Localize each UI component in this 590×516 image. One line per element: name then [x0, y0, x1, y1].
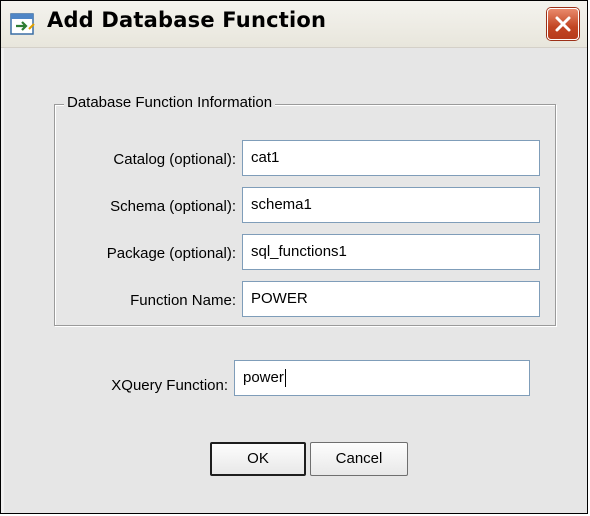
group-legend: Database Function Information [64, 94, 276, 111]
function-name-label: Function Name: [130, 292, 236, 309]
function-name-field[interactable]: POWER [242, 281, 540, 317]
xquery-label: XQuery Function: [111, 377, 228, 394]
close-button[interactable] [547, 8, 579, 40]
window-title: Add Database Function [47, 8, 327, 32]
ok-button[interactable]: OK [210, 442, 306, 476]
text-caret [284, 369, 286, 388]
dialog-window: Add Database Function Database Function … [0, 0, 588, 514]
title-bar[interactable]: Add Database Function [1, 1, 587, 48]
schema-field[interactable]: schema1 [242, 187, 540, 223]
xquery-field[interactable]: power [234, 360, 530, 396]
dialog-content: Database Function Information Catalog (o… [1, 48, 587, 513]
cancel-button[interactable]: Cancel [310, 442, 408, 476]
catalog-field[interactable]: cat1 [242, 140, 540, 176]
add-function-icon [9, 11, 37, 37]
schema-label: Schema (optional): [110, 198, 236, 215]
close-icon [555, 16, 571, 32]
xquery-value: power [243, 369, 284, 386]
catalog-label: Catalog (optional): [113, 151, 236, 168]
package-label: Package (optional): [106, 245, 236, 262]
package-field[interactable]: sql_functions1 [242, 234, 540, 270]
